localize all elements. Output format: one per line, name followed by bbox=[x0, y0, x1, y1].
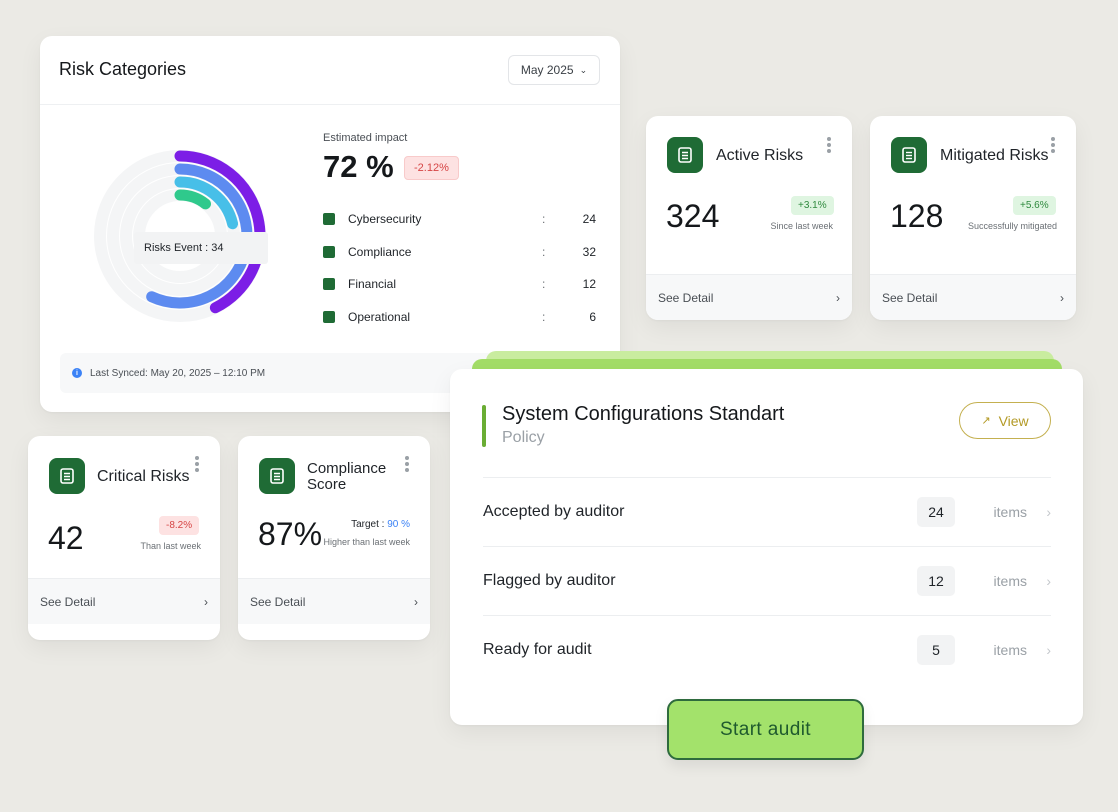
card-title: Active Risks bbox=[716, 147, 804, 164]
more-options-icon[interactable] bbox=[404, 456, 410, 472]
see-detail-label: See Detail bbox=[658, 290, 714, 305]
policy-row-label: Ready for audit bbox=[483, 641, 592, 658]
change-subtext: Successfully mitigated bbox=[967, 221, 1057, 231]
target-value: 90 % bbox=[387, 519, 410, 530]
category-separator: : bbox=[542, 277, 546, 291]
policy-row-accepted[interactable]: Accepted by auditor 24 items › bbox=[483, 477, 1051, 546]
category-value: 32 bbox=[582, 245, 596, 259]
category-name: Cybersecurity bbox=[348, 212, 422, 226]
change-subtext: Higher than last week bbox=[323, 537, 410, 547]
category-separator: : bbox=[542, 310, 546, 324]
see-detail-button[interactable]: See Detail › bbox=[646, 274, 852, 320]
chevron-right-icon: › bbox=[1046, 642, 1051, 658]
divider bbox=[40, 104, 620, 105]
impact-change-badge: -2.12% bbox=[404, 156, 459, 180]
policy-card: System Configurations Standart Policy ↗ … bbox=[450, 369, 1083, 725]
category-icon bbox=[323, 311, 335, 323]
chevron-right-icon: › bbox=[1046, 504, 1051, 520]
target-label: Target : bbox=[351, 519, 385, 530]
impact-label: Estimated impact bbox=[323, 132, 408, 144]
chevron-right-icon: › bbox=[204, 594, 208, 609]
chevron-right-icon: › bbox=[836, 290, 840, 305]
impact-value: 72 % bbox=[323, 149, 394, 184]
more-options-icon[interactable] bbox=[1050, 137, 1056, 153]
view-button-label: View bbox=[998, 412, 1029, 429]
see-detail-button[interactable]: See Detail › bbox=[870, 274, 1076, 320]
active-risks-value: 324 bbox=[666, 198, 720, 234]
category-row-cybersecurity: Cybersecurity : 24 bbox=[323, 209, 596, 229]
category-row-operational: Operational : 6 bbox=[323, 307, 596, 327]
change-subtext: Since last week bbox=[770, 221, 833, 231]
compliance-score-card: Compliance Score 87% Target : 90 % Highe… bbox=[238, 436, 430, 640]
policy-row-unit: items bbox=[993, 504, 1027, 520]
category-value: 6 bbox=[589, 310, 596, 324]
compliance-score-value: 87% bbox=[258, 516, 323, 552]
card-title: Mitigated Risks bbox=[940, 147, 1049, 164]
policy-subtitle: Policy bbox=[502, 429, 545, 446]
policy-row-flagged[interactable]: Flagged by auditor 12 items › bbox=[483, 546, 1051, 615]
more-options-icon[interactable] bbox=[826, 137, 832, 153]
category-row-financial: Financial : 12 bbox=[323, 274, 596, 294]
start-audit-button[interactable]: Start audit bbox=[667, 699, 864, 760]
see-detail-label: See Detail bbox=[882, 290, 938, 305]
chevron-right-icon: › bbox=[1060, 290, 1064, 305]
policy-row-unit: items bbox=[993, 573, 1027, 589]
see-detail-label: See Detail bbox=[250, 594, 306, 609]
mitigated-risks-value: 128 bbox=[890, 198, 944, 234]
policy-row-label: Accepted by auditor bbox=[483, 503, 625, 520]
change-badge: +5.6% bbox=[1013, 196, 1056, 215]
see-detail-label: See Detail bbox=[40, 594, 96, 609]
category-icon bbox=[323, 278, 335, 290]
policy-row-count: 5 bbox=[917, 635, 955, 665]
policy-row-label: Flagged by auditor bbox=[483, 572, 616, 589]
last-synced-text: Last Synced: May 20, 2025 – 12:10 PM bbox=[90, 367, 266, 379]
category-value: 12 bbox=[582, 277, 596, 291]
view-button[interactable]: ↗ View bbox=[959, 402, 1051, 439]
target-text: Target : 90 % bbox=[351, 519, 410, 530]
chart-arc-operational bbox=[174, 189, 211, 210]
month-select[interactable]: May 2025 ⌄ bbox=[508, 55, 600, 85]
chevron-down-icon: ⌄ bbox=[579, 64, 588, 75]
change-badge: +3.1% bbox=[791, 196, 834, 215]
card-title: Critical Risks bbox=[97, 468, 190, 485]
category-icon bbox=[323, 246, 335, 258]
category-name: Operational bbox=[348, 310, 411, 324]
policy-row-count: 12 bbox=[917, 566, 955, 596]
document-icon bbox=[667, 137, 703, 173]
category-name: Compliance bbox=[348, 245, 412, 259]
category-value: 24 bbox=[582, 212, 596, 226]
risk-categories-title: Risk Categories bbox=[59, 59, 187, 79]
card-title: Compliance Score bbox=[307, 461, 386, 493]
policy-row-ready[interactable]: Ready for audit 5 items › bbox=[483, 615, 1051, 684]
arrow-up-right-icon: ↗ bbox=[981, 415, 991, 427]
more-options-icon[interactable] bbox=[194, 456, 200, 472]
chevron-right-icon: › bbox=[1046, 573, 1051, 589]
document-icon bbox=[49, 458, 85, 494]
see-detail-button[interactable]: See Detail › bbox=[238, 578, 430, 624]
document-icon bbox=[891, 137, 927, 173]
see-detail-button[interactable]: See Detail › bbox=[28, 578, 220, 624]
info-icon: i bbox=[72, 368, 82, 378]
policy-accent-bar bbox=[482, 405, 486, 447]
change-subtext: Than last week bbox=[140, 541, 201, 551]
critical-risks-card: Critical Risks 42 -8.2% Than last week S… bbox=[28, 436, 220, 640]
card-title-line1: Compliance bbox=[307, 460, 387, 477]
category-separator: : bbox=[542, 212, 546, 226]
category-row-compliance: Compliance : 32 bbox=[323, 242, 596, 262]
mitigated-risks-card: Mitigated Risks 128 +5.6% Successfully m… bbox=[870, 116, 1076, 320]
critical-risks-value: 42 bbox=[48, 520, 84, 556]
category-name: Financial bbox=[348, 277, 397, 291]
category-icon bbox=[323, 213, 335, 225]
policy-row-unit: items bbox=[993, 642, 1027, 658]
policy-row-count: 24 bbox=[917, 497, 955, 527]
change-badge: -8.2% bbox=[159, 516, 200, 535]
active-risks-card: Active Risks 324 +3.1% Since last week S… bbox=[646, 116, 852, 320]
policy-title: System Configurations Standart bbox=[502, 403, 785, 425]
category-separator: : bbox=[542, 245, 546, 259]
month-select-label: May 2025 bbox=[520, 63, 574, 77]
card-title-line2: Score bbox=[307, 476, 347, 493]
chevron-right-icon: › bbox=[414, 594, 418, 609]
chart-tooltip: Risks Event : 34 bbox=[134, 232, 268, 264]
document-icon bbox=[259, 458, 295, 494]
